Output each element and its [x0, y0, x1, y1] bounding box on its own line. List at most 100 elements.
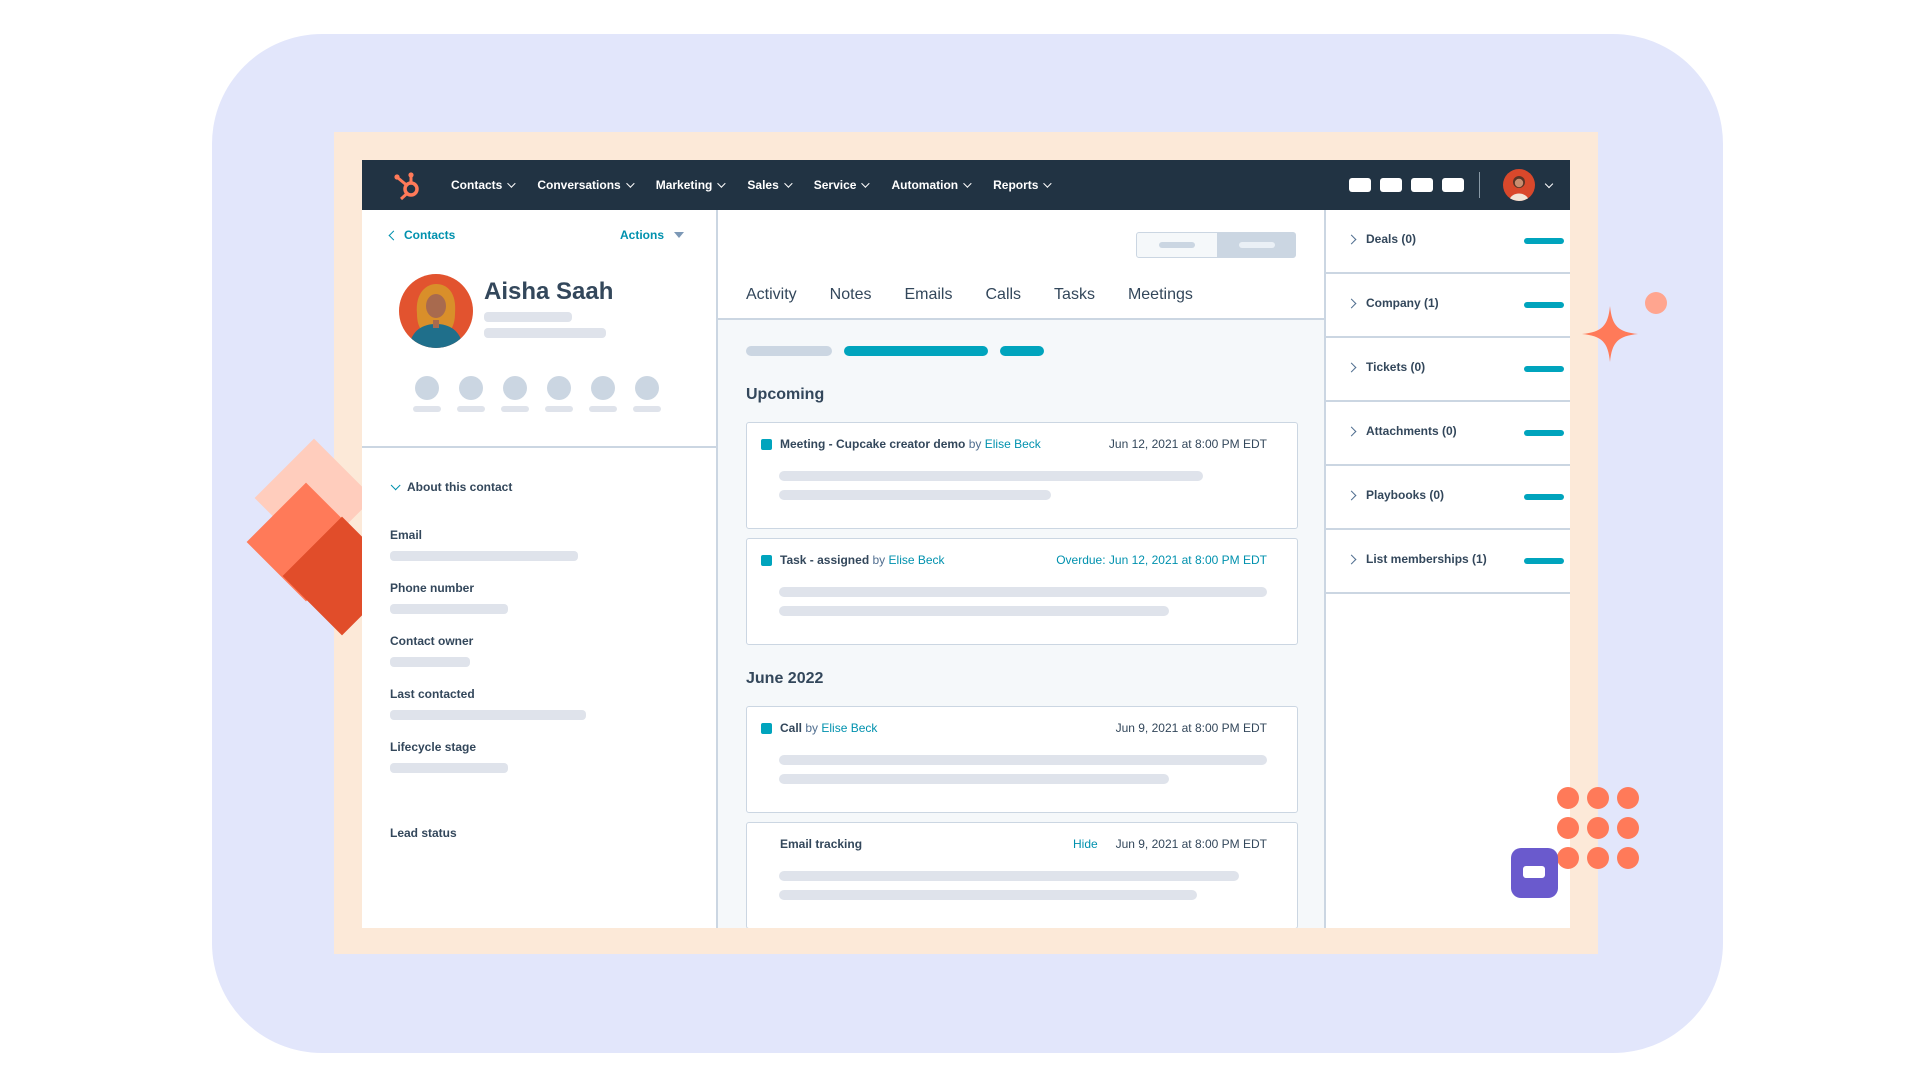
decor-dot	[1557, 817, 1579, 839]
quick-action-button[interactable]	[459, 376, 483, 400]
nav-item-marketing[interactable]: Marketing	[656, 178, 727, 192]
chevron-right-icon	[1346, 426, 1357, 437]
card-title-text: Call	[780, 721, 803, 735]
quick-action-button[interactable]	[503, 376, 527, 400]
actions-dropdown[interactable]: Actions	[620, 228, 685, 242]
card-content-placeholder	[779, 587, 1267, 597]
nav-item-reports[interactable]: Reports	[993, 178, 1053, 192]
quick-action-label-placeholder	[501, 406, 529, 412]
association-deals[interactable]: Deals (0)	[1326, 210, 1570, 274]
back-link-label: Contacts	[404, 228, 456, 242]
card-content-placeholder	[779, 871, 1239, 881]
quick-action-label-placeholder	[633, 406, 661, 412]
property-value-lifecycle[interactable]	[390, 763, 508, 773]
card-date: Jun 9, 2021 at 8:00 PM EDT	[1115, 837, 1267, 851]
quick-action-button[interactable]	[547, 376, 571, 400]
card-title: Task - assigned by Elise Beck	[780, 553, 945, 567]
decor-sparkle-icon	[1582, 306, 1638, 362]
contact-sidebar: Contacts Actions Aisha Saah About this c…	[362, 210, 718, 928]
section-title-june-2022: June 2022	[746, 670, 824, 687]
filter-pill-active[interactable]	[844, 346, 988, 356]
timeline-card-call[interactable]: Call by Elise Beck Jun 9, 2021 at 8:00 P…	[746, 706, 1298, 813]
chevron-right-icon	[1346, 234, 1357, 245]
contact-name: Aisha Saah	[484, 278, 614, 305]
nav-item-service[interactable]: Service	[814, 178, 871, 192]
nav-item-conversations[interactable]: Conversations	[537, 178, 635, 192]
association-action-bar[interactable]	[1524, 558, 1564, 564]
decor-dot	[1587, 817, 1609, 839]
quick-action-button[interactable]	[591, 376, 615, 400]
association-action-bar[interactable]	[1524, 366, 1564, 372]
card-title-text: Task - assigned	[780, 553, 870, 567]
tab-activity[interactable]: Activity	[746, 286, 797, 304]
chevron-down-icon	[625, 179, 635, 188]
association-action-bar[interactable]	[1524, 430, 1564, 436]
property-value-phone[interactable]	[390, 604, 508, 614]
nav-utility-button-1[interactable]	[1349, 178, 1371, 192]
property-value-email[interactable]	[390, 551, 578, 561]
nav-utility-button-3[interactable]	[1411, 178, 1433, 192]
association-attachments[interactable]: Attachments (0)	[1326, 402, 1570, 466]
card-content-placeholder	[779, 471, 1203, 481]
tab-emails[interactable]: Emails	[904, 286, 952, 304]
timeline-tabs: Activity Notes Emails Calls Tasks Meetin…	[746, 286, 1226, 304]
filter-pill-active[interactable]	[1000, 346, 1044, 356]
card-content-placeholder	[779, 774, 1169, 784]
nav-item-label: Contacts	[451, 178, 503, 192]
property-value-last-contacted[interactable]	[390, 710, 586, 720]
card-author-link[interactable]: Elise Beck	[985, 437, 1041, 451]
nav-utility-button-4[interactable]	[1442, 178, 1464, 192]
decor-dot	[1557, 787, 1579, 809]
section-divider	[362, 446, 716, 448]
property-value-owner[interactable]	[390, 657, 470, 667]
tab-notes[interactable]: Notes	[830, 286, 872, 304]
tab-meetings[interactable]: Meetings	[1128, 286, 1193, 304]
card-author-link[interactable]: Elise Beck	[821, 721, 877, 735]
tab-calls[interactable]: Calls	[985, 286, 1021, 304]
card-title: Call by Elise Beck	[780, 721, 877, 735]
association-label: Attachments (0)	[1366, 424, 1457, 438]
association-list-memberships[interactable]: List memberships (1)	[1326, 530, 1570, 594]
contact-photo	[409, 284, 463, 348]
nav-utility-button-2[interactable]	[1380, 178, 1402, 192]
association-action-bar[interactable]	[1524, 238, 1564, 244]
card-date: Jun 12, 2021 at 8:00 PM EDT	[1108, 437, 1267, 451]
nav-item-contacts[interactable]: Contacts	[451, 178, 517, 192]
nav-item-automation[interactable]: Automation	[891, 178, 972, 192]
association-label: Tickets (0)	[1366, 360, 1426, 374]
nav-item-sales[interactable]: Sales	[747, 178, 793, 192]
tab-tasks[interactable]: Tasks	[1054, 286, 1095, 304]
timeline-card-email-tracking[interactable]: Email tracking Hide Jun 9, 2021 at 8:00 …	[746, 822, 1298, 928]
association-company[interactable]: Company (1)	[1326, 274, 1570, 338]
chevron-down-icon[interactable]	[1544, 179, 1554, 189]
about-section-toggle[interactable]: About this contact	[390, 479, 512, 494]
card-content-placeholder	[779, 606, 1169, 616]
chevron-right-icon	[1346, 298, 1357, 309]
card-author-link[interactable]: Elise Beck	[889, 553, 945, 567]
view-toggle[interactable]	[1136, 232, 1296, 258]
timeline-card-task[interactable]: Task - assigned by Elise Beck Overdue: J…	[746, 538, 1298, 645]
association-tickets[interactable]: Tickets (0)	[1326, 338, 1570, 402]
property-label-last-contacted: Last contacted	[390, 687, 475, 701]
back-to-contacts-link[interactable]: Contacts	[388, 228, 456, 242]
association-action-bar[interactable]	[1524, 494, 1564, 500]
card-date: Jun 9, 2021 at 8:00 PM EDT	[1115, 721, 1267, 735]
chevron-left-icon	[388, 230, 399, 240]
filter-pill-placeholder[interactable]	[746, 346, 832, 356]
nav-item-label: Automation	[891, 178, 959, 192]
association-label: Deals (0)	[1366, 232, 1417, 246]
quick-action-button[interactable]	[415, 376, 439, 400]
timeline-card-meeting[interactable]: Meeting - Cupcake creator demo by Elise …	[746, 422, 1298, 529]
hide-link[interactable]: Hide	[1073, 837, 1098, 851]
timeline-header: Activity Notes Emails Calls Tasks Meetin…	[718, 210, 1324, 320]
association-playbooks[interactable]: Playbooks (0)	[1326, 466, 1570, 530]
decor-dot	[1617, 787, 1639, 809]
card-content-placeholder	[779, 755, 1267, 765]
chat-button[interactable]	[1511, 848, 1558, 898]
hubspot-logo-icon[interactable]	[392, 170, 424, 202]
association-action-bar[interactable]	[1524, 302, 1564, 308]
chevron-right-icon	[1346, 362, 1357, 373]
user-avatar[interactable]	[1503, 169, 1535, 201]
card-content-placeholder	[779, 890, 1197, 900]
quick-action-button[interactable]	[635, 376, 659, 400]
